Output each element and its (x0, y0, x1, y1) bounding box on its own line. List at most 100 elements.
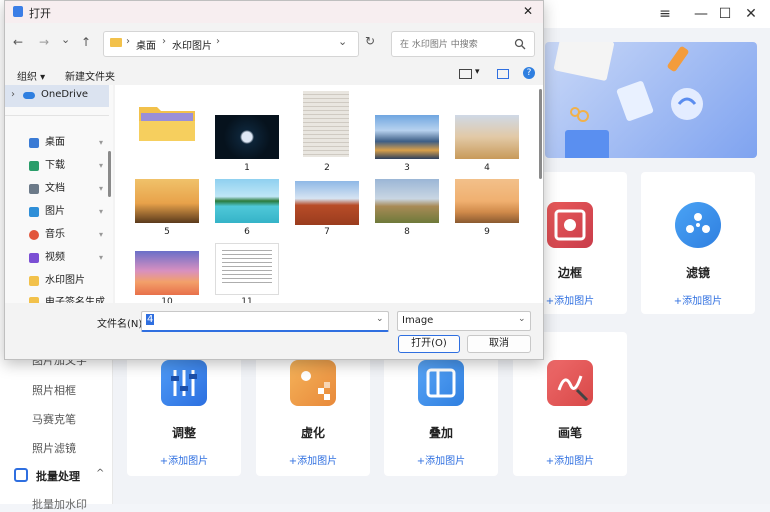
music-icon (29, 230, 39, 240)
pictures-icon (29, 207, 39, 217)
image-thumbnail-10[interactable] (135, 251, 199, 295)
chevron-up-icon[interactable]: ^ (96, 468, 104, 479)
file-caption: 8 (404, 227, 410, 237)
pin-icon: ▾ (98, 161, 103, 170)
batch-section-label[interactable]: 批量处理 (36, 468, 80, 484)
nav-item-onedrive[interactable]: › OneDrive (5, 85, 109, 107)
file-type-value: Image (402, 315, 434, 326)
close-icon[interactable]: ✕ (523, 4, 533, 18)
filename-value: 4 (146, 314, 155, 325)
file-caption: 4 (484, 163, 490, 173)
sliders-icon (161, 360, 207, 406)
new-folder-button[interactable]: 新建文件夹 (65, 68, 115, 83)
address-dropdown-icon[interactable]: ⌄ (338, 35, 347, 48)
video-icon (29, 253, 39, 263)
breadcrumb-desktop[interactable]: 桌面 (136, 37, 156, 52)
view-dropdown-icon[interactable]: ▾ (475, 67, 480, 77)
brush-icon (547, 360, 593, 406)
menu-icon[interactable]: ≡ (654, 4, 676, 24)
desktop-icon (29, 138, 39, 148)
file-caption: 3 (404, 163, 410, 173)
dialog-bottom-bar: 文件名(N): 4 ⌄ Image ⌄ 打开(O) 取消 (5, 303, 543, 359)
card-title: 滤镜 (685, 266, 710, 280)
tool-card-filter[interactable]: 滤镜 +添加图片 (641, 172, 755, 314)
add-image-link[interactable]: +添加图片 (641, 292, 755, 307)
up-icon[interactable]: ↑ (81, 35, 91, 49)
cancel-button[interactable]: 取消 (467, 335, 531, 353)
card-title: 调整 (171, 426, 196, 440)
image-thumbnail-3[interactable] (375, 115, 439, 159)
add-image-link[interactable]: +添加图片 (256, 452, 370, 467)
sidebar-item-batch-watermark[interactable]: 批量加水印 (32, 496, 87, 512)
nav-item-downloads[interactable]: 下载 ▾ (15, 156, 107, 176)
file-caption: 2 (324, 163, 330, 173)
preview-pane-icon[interactable] (497, 69, 509, 79)
close-app-icon[interactable]: ✕ (740, 4, 762, 24)
chevron-down-icon[interactable]: ⌄ (518, 314, 526, 324)
sidebar-item-filter[interactable]: 照片滤镜 (32, 440, 76, 456)
recent-locations-icon[interactable]: ⌄ (61, 33, 70, 46)
minimize-icon[interactable]: — (690, 4, 712, 24)
sidebar-item-text[interactable]: 照片相框 (32, 382, 76, 398)
image-thumbnail-8[interactable] (375, 179, 439, 223)
folder-icon (139, 107, 195, 141)
filename-input[interactable]: 4 ⌄ (141, 311, 389, 332)
image-thumbnail-11[interactable] (215, 243, 279, 295)
nav-item-videos[interactable]: 视频 ▾ (15, 248, 107, 268)
file-list-scrollbar[interactable] (539, 89, 542, 179)
folder-icon (29, 276, 39, 286)
nav-label: 文档 (45, 183, 65, 194)
divider (5, 115, 109, 116)
image-thumbnail-9[interactable] (455, 179, 519, 223)
file-type-select[interactable]: Image ⌄ (397, 311, 531, 331)
image-thumbnail-6[interactable] (215, 179, 279, 223)
folder-item[interactable] (135, 99, 199, 143)
navigation-pane: › OneDrive 桌面 ▾ 下载 ▾ 文档 ▾ 图片 ▾ 音乐 ▾ 视频 ▾ 水印图片 … (5, 85, 113, 303)
help-icon[interactable]: ? (523, 67, 535, 79)
nav-item-signature-folder[interactable]: 电子签名生成 (15, 293, 107, 303)
image-thumbnail-2[interactable] (303, 91, 349, 157)
promo-banner (545, 42, 757, 158)
address-bar[interactable]: › 桌面 › 水印图片 › ⌄ (103, 31, 359, 57)
breadcrumb-watermark-images[interactable]: 水印图片 (172, 37, 212, 52)
dialog-nav-bar: ← → ⌄ ↑ › 桌面 › 水印图片 › ⌄ ↻ 在 水印图片 中搜索 (5, 23, 543, 63)
nav-label: 视频 (45, 252, 65, 263)
overlay-icon (418, 360, 464, 406)
folder-icon (110, 38, 122, 47)
dialog-title-bar: 打开 ✕ (5, 1, 543, 23)
sidebar-item-mosaic[interactable]: 马赛克笔 (32, 411, 76, 427)
back-icon[interactable]: ← (13, 35, 23, 49)
document-icon (29, 184, 39, 194)
add-image-link[interactable]: +添加图片 (384, 452, 498, 467)
nav-item-music[interactable]: 音乐 ▾ (15, 225, 107, 245)
view-options-icon[interactable] (459, 69, 472, 79)
file-caption: 6 (244, 227, 250, 237)
search-input[interactable]: 在 水印图片 中搜索 (391, 31, 535, 57)
nav-scrollbar[interactable] (108, 151, 111, 197)
nav-item-watermark-folder[interactable]: 水印图片 (15, 271, 107, 291)
refresh-icon[interactable]: ↻ (365, 34, 375, 48)
image-thumbnail-1[interactable] (215, 115, 279, 159)
add-image-link[interactable]: +添加图片 (513, 452, 627, 467)
image-thumbnail-4[interactable] (455, 115, 519, 159)
open-button[interactable]: 打开(O) (398, 335, 460, 353)
nav-item-documents[interactable]: 文档 ▾ (15, 179, 107, 199)
nav-item-pictures[interactable]: 图片 ▾ (15, 202, 107, 222)
forward-icon[interactable]: → (39, 35, 49, 49)
pin-icon: ▾ (98, 253, 103, 262)
add-image-link[interactable]: +添加图片 (127, 452, 241, 467)
organize-menu[interactable]: 组织 ▾ (17, 68, 45, 83)
nav-item-desktop[interactable]: 桌面 ▾ (15, 133, 107, 153)
batch-icon (14, 468, 28, 482)
nav-label: 下载 (45, 160, 65, 171)
card-title: 画笔 (557, 426, 582, 440)
app-logo-icon (13, 6, 23, 17)
chevron-down-icon[interactable]: ⌄ (376, 314, 384, 324)
image-thumbnail-7[interactable] (295, 181, 359, 225)
file-caption: 1 (244, 163, 250, 173)
nav-label: 水印图片 (45, 275, 85, 286)
maximize-icon[interactable]: ☐ (714, 4, 736, 24)
image-thumbnail-5[interactable] (135, 179, 199, 223)
nav-label: 图片 (45, 206, 65, 217)
search-icon[interactable] (514, 38, 526, 50)
